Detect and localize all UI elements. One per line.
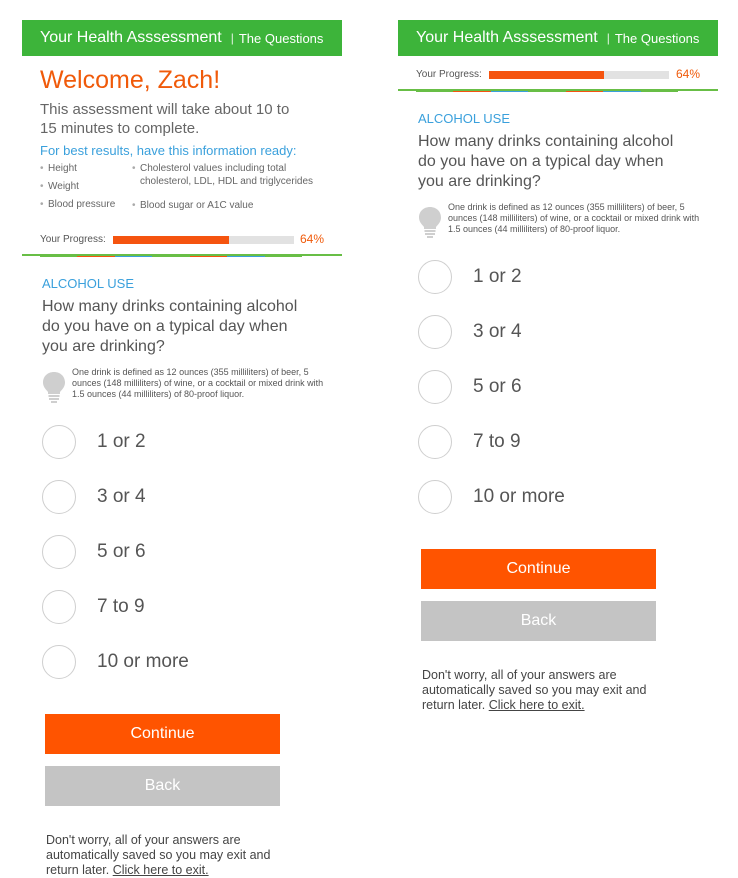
progress-fill [489,71,605,79]
option-5-or-6[interactable]: 5 or 6 [418,359,718,414]
back-button[interactable]: Back [421,601,656,641]
lightbulb-icon [43,372,65,403]
option-label: 3 or 4 [473,320,522,342]
option-label: 3 or 4 [97,485,146,507]
radio-button[interactable] [418,314,452,349]
option-label: 5 or 6 [473,375,522,397]
header-subtitle: The Questions [238,30,324,46]
ready-text: For best results, have this information … [40,143,297,158]
option-3-or-4[interactable]: 3 or 4 [42,469,342,524]
progress-indicator: Your Progress: 64% [22,232,342,248]
tip-text: One drink is defined as 12 ounces (355 m… [72,367,324,399]
question-screen: Your Health Asssessment | The Questions … [398,20,718,713]
color-stripe [416,91,454,92]
color-stripe [640,91,678,92]
header-separator: | [230,31,234,45]
progress-label: Your Progress: [40,234,106,245]
color-stripe [227,256,265,257]
checklist-item-blood-sugar: Blood sugar or A1C value [132,199,332,212]
radio-button[interactable] [42,424,76,459]
answer-options: 1 or 2 3 or 4 5 or 6 7 to 9 10 or more [42,414,342,689]
info-checklist: Height Weight Blood pressure Cholesterol… [40,162,342,232]
radio-button[interactable] [418,424,452,459]
exit-link[interactable]: Click here to exit. [489,698,585,712]
option-1-or-2[interactable]: 1 or 2 [42,414,342,469]
welcome-heading: Welcome, Zach! [40,66,221,94]
color-stripe [114,256,153,257]
option-7-to-9[interactable]: 7 to 9 [42,579,342,634]
color-stripe [453,91,491,92]
color-stripe [565,91,604,92]
color-stripe [189,256,228,257]
exit-link[interactable]: Click here to exit. [113,863,209,877]
question-section: ALCOHOL USE How many drinks containing a… [22,276,342,689]
app-title: Your Health Asssessment [416,29,598,46]
save-notice: Don't worry, all of your answers are aut… [422,668,672,713]
color-stripe [152,256,190,257]
option-label: 10 or more [97,650,189,672]
progress-label: Your Progress: [416,69,482,80]
tip-text: One drink is defined as 12 ounces (355 m… [448,202,700,234]
intro-text: This assessment will take about 10 to 15… [40,101,290,137]
question-category: ALCOHOL USE [418,111,510,126]
tip-box: One drink is defined as 12 ounces (355 m… [42,367,342,403]
save-notice: Don't worry, all of your answers are aut… [46,833,296,878]
color-stripe [528,91,566,92]
header-separator: | [606,31,610,45]
option-1-or-2[interactable]: 1 or 2 [418,249,718,304]
option-3-or-4[interactable]: 3 or 4 [418,304,718,359]
option-7-to-9[interactable]: 7 to 9 [418,414,718,469]
welcome-section: Welcome, Zach! This assessment will take… [22,56,342,232]
checklist-item-weight: Weight [40,180,115,193]
question-text: How many drinks containing alcohol do yo… [42,298,298,355]
radio-button[interactable] [418,369,452,404]
app-header: Your Health Asssessment | The Questions [22,20,342,56]
header-subtitle: The Questions [614,30,700,46]
option-10-or-more[interactable]: 10 or more [42,634,342,689]
color-stripes [40,256,302,257]
tip-box: One drink is defined as 12 ounces (355 m… [418,202,718,238]
radio-button[interactable] [42,534,76,569]
back-button[interactable]: Back [45,766,280,806]
question-text: How many drinks containing alcohol do yo… [418,133,674,190]
progress-indicator: Your Progress: 64% [398,67,718,83]
app-title: Your Health Asssessment [40,29,222,46]
progress-percent: 64% [300,232,325,246]
progress-track [113,236,294,244]
color-stripe [77,256,115,257]
progress-percent: 64% [676,67,701,81]
welcome-screen: Your Health Asssessment | The Questions … [22,20,342,878]
question-category: ALCOHOL USE [42,276,134,291]
option-label: 1 or 2 [473,265,522,287]
radio-button[interactable] [42,589,76,624]
radio-button[interactable] [418,479,452,514]
lightbulb-icon [419,207,441,238]
color-stripe [264,256,302,257]
color-stripe [40,256,78,257]
checklist-item-cholesterol: Cholesterol values including total chole… [132,162,332,188]
option-label: 5 or 6 [97,540,146,562]
continue-button[interactable]: Continue [421,549,656,589]
continue-button[interactable]: Continue [45,714,280,754]
option-label: 10 or more [473,485,565,507]
checklist-item-height: Height [40,162,115,175]
color-stripes [416,91,678,92]
radio-button[interactable] [42,644,76,679]
app-header: Your Health Asssessment | The Questions [398,20,718,56]
option-5-or-6[interactable]: 5 or 6 [42,524,342,579]
answer-options: 1 or 2 3 or 4 5 or 6 7 to 9 10 or more [418,249,718,524]
question-section: ALCOHOL USE How many drinks containing a… [398,111,718,524]
option-label: 7 to 9 [97,595,145,617]
option-10-or-more[interactable]: 10 or more [418,469,718,524]
color-stripe [490,91,529,92]
radio-button[interactable] [42,479,76,514]
progress-fill [113,236,229,244]
option-label: 1 or 2 [97,430,146,452]
color-stripe [603,91,641,92]
option-label: 7 to 9 [473,430,521,452]
radio-button[interactable] [418,259,452,294]
progress-track [489,71,669,79]
checklist-item-blood-pressure: Blood pressure [40,198,115,211]
